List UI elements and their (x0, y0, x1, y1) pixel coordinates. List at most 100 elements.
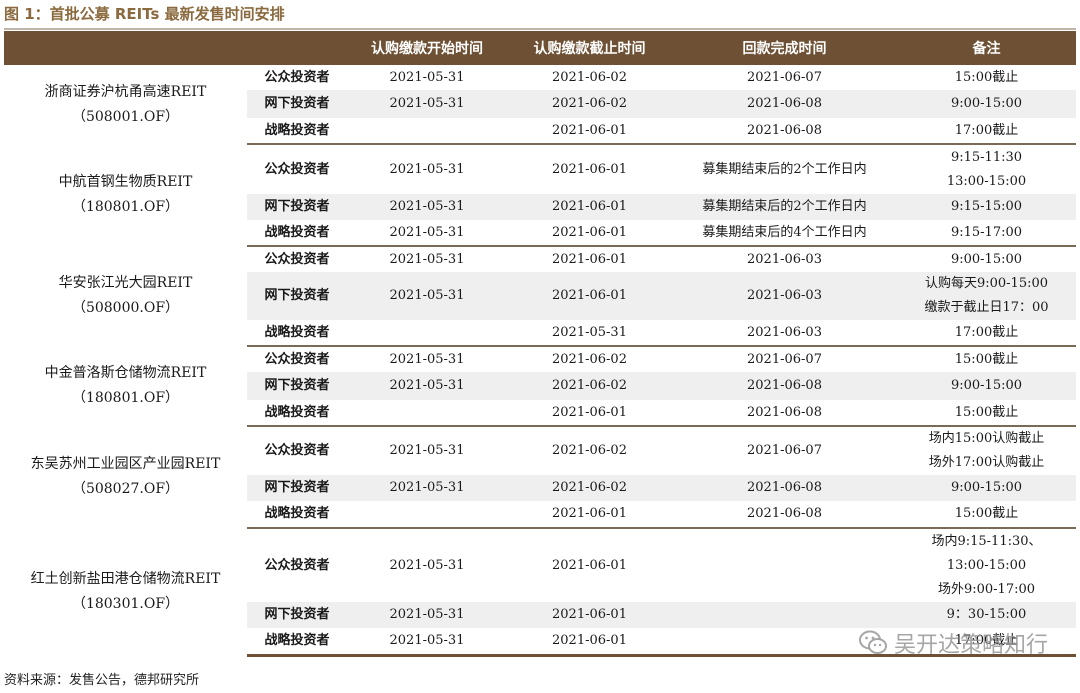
fund-code: （180301.OF） (71, 595, 180, 612)
fund-name-cell: 中金普洛斯仓储物流REIT （180801.OF） (4, 346, 247, 426)
start-time-cell: 2021-05-31 (347, 246, 507, 272)
table-row: 浙商证券沪杭甬高速REIT （508001.OF） 公众投资者 2021-05-31 2… (4, 65, 1076, 144)
fund-name-cell: 华安张江光大园REIT （508000.OF） (4, 246, 247, 346)
remark-line: 13:00-15:00 (946, 173, 1027, 189)
refund-time-cell: 2021-06-08 (672, 501, 897, 529)
refund-time-cell: 2021-06-08 (672, 118, 897, 145)
start-time-cell: 2021-05-31 (347, 475, 507, 501)
fund-name: 中航首钢生物质REIT (58, 174, 193, 190)
fund-code: （508000.OF） (71, 300, 180, 316)
remark-cell: 15:00截止 (897, 400, 1076, 427)
end-time-cell: 2021-06-01 (507, 501, 672, 529)
start-time-cell: 2021-05-31 (347, 65, 507, 90)
remark-cell: 15:00截止 (897, 65, 1076, 90)
refund-time-cell: 2021-06-03 (672, 272, 897, 320)
fund-code: （508027.OF） (71, 481, 180, 497)
investor-type-cell: 公众投资者 (247, 144, 347, 194)
remark-line: 15:00截止 (954, 506, 1019, 521)
watermark: 吴开达策略知行 (858, 627, 1048, 659)
table-row: 中金普洛斯仓储物流REIT （180801.OF） 公众投资者 2021-05-31 2… (4, 346, 1076, 426)
investor-type-cell: 网下投资者 (247, 372, 347, 400)
fund-name: 东吴苏州工业园区产业园REIT (30, 456, 221, 472)
investor-type-cell: 战略投资者 (247, 501, 347, 529)
end-time-cell: 2021-06-02 (507, 475, 672, 501)
table-row: 中航首钢生物质REIT （180801.OF） 公众投资者 2021-05-31 202… (4, 144, 1076, 246)
table-row: 东吴苏州工业园区产业园REIT （508027.OF） 公众投资者 2021-05-3… (4, 426, 1076, 528)
start-time-cell (347, 400, 507, 427)
investor-type-cell: 公众投资者 (247, 528, 347, 602)
end-time-cell: 2021-06-01 (507, 602, 672, 628)
title-rule (4, 28, 1076, 30)
refund-time-cell: 2021-06-07 (672, 65, 897, 90)
source-note: 资料来源：发售公告，德邦研究所 (4, 673, 200, 688)
table-row: 红土创新盐田港仓储物流REIT （180301.OF） 公众投资者 2021-05-3… (4, 528, 1076, 655)
remark-line: 15:00截止 (954, 351, 1019, 367)
investor-type-cell: 公众投资者 (247, 65, 347, 90)
remark-cell: 9：30-15:00 (897, 602, 1076, 628)
fund-name-cell: 东吴苏州工业园区产业园REIT （508027.OF） (4, 426, 247, 528)
refund-time-cell: 2021-06-03 (672, 320, 897, 347)
end-time-cell: 2021-06-01 (507, 246, 672, 272)
remark-line: 9:15-15:00 (950, 199, 1023, 214)
table-body: 浙商证券沪杭甬高速REIT （508001.OF） 公众投资者 2021-05-31 2… (4, 65, 1076, 657)
start-time-cell: 2021-05-31 (347, 144, 507, 194)
remark-line: 认购每天9:00-15:00 (924, 276, 1049, 291)
start-time-cell: 2021-05-31 (347, 220, 507, 247)
remark-line: 15:00截止 (954, 404, 1019, 420)
remark-cell: 认购每天9:00-15:00 缴款于截止日17：00 (897, 272, 1076, 320)
investor-type-cell: 网下投资者 (247, 194, 347, 220)
start-time-cell: 2021-05-31 (347, 346, 507, 372)
remark-cell: 9:15-15:00 (897, 194, 1076, 220)
remark-line: 9:15-11:30 (950, 149, 1023, 165)
remark-cell: 9:00-15:00 (897, 90, 1076, 118)
fund-name-cell: 红土创新盐田港仓储物流REIT （180301.OF） (4, 528, 247, 655)
start-time-cell: 2021-05-31 (347, 372, 507, 400)
remark-line: 9:15-17:00 (950, 224, 1023, 240)
start-time-cell: 2021-05-31 (347, 426, 507, 475)
investor-type-cell: 网下投资者 (247, 90, 347, 118)
table-row: 华安张江光大园REIT （508000.OF） 公众投资者 2021-05-31 202… (4, 246, 1076, 346)
end-time-cell: 2021-06-01 (507, 628, 672, 657)
end-time-cell: 2021-06-02 (507, 90, 672, 118)
investor-type-cell: 公众投资者 (247, 246, 347, 272)
end-time-cell: 2021-06-02 (507, 372, 672, 400)
remark-cell: 9:00-15:00 (897, 246, 1076, 272)
start-time-cell (347, 501, 507, 529)
remark-cell: 场内15:00认购截止 场外17:00认购截止 (897, 426, 1076, 475)
remark-line: 场内9:15-11:30、 (931, 533, 1042, 549)
end-time-cell: 2021-06-01 (507, 144, 672, 194)
investor-type-cell: 战略投资者 (247, 628, 347, 657)
start-time-cell: 2021-05-31 (347, 602, 507, 628)
fund-name: 华安张江光大园REIT (58, 275, 193, 291)
fund-code: （508001.OF） (71, 108, 180, 125)
investor-type-cell: 战略投资者 (247, 220, 347, 247)
investor-type-cell: 网下投资者 (247, 272, 347, 320)
remark-line: 场内15:00认购截止 (928, 431, 1045, 446)
investor-type-cell: 公众投资者 (247, 346, 347, 372)
remark-line: 9:00-15:00 (950, 251, 1023, 267)
refund-time-cell: 2021-06-08 (672, 475, 897, 501)
refund-time-cell: 2021-06-08 (672, 90, 897, 118)
remark-cell: 17:00截止 (897, 320, 1076, 347)
refund-time-cell: 2021-06-07 (672, 346, 897, 372)
remark-cell: 9:15-17:00 (897, 220, 1076, 247)
remark-line: 9:00-15:00 (950, 378, 1023, 393)
fund-name-cell: 浙商证券沪杭甬高速REIT （508001.OF） (4, 65, 247, 144)
remark-line: 场外17:00认购截止 (928, 455, 1045, 470)
end-time-cell: 2021-06-01 (507, 272, 672, 320)
end-time-cell: 2021-06-01 (507, 220, 672, 247)
remark-cell: 9:00-15:00 (897, 372, 1076, 400)
start-time-cell: 2021-05-31 (347, 90, 507, 118)
end-time-cell: 2021-06-01 (507, 400, 672, 427)
start-time-cell: 2021-05-31 (347, 194, 507, 220)
remark-cell: 场内9:15-11:30、 13:00-15:00 场外9:00-17:00 (897, 528, 1076, 602)
end-time-cell: 2021-06-02 (507, 65, 672, 90)
remark-line: 13:00-15:00 (946, 557, 1027, 573)
refund-time-cell: 2021-06-08 (672, 400, 897, 427)
fund-name: 浙商证券沪杭甬高速REIT (44, 83, 207, 100)
remark-line: 17:00截止 (954, 324, 1019, 340)
fund-name: 中金普洛斯仓储物流REIT (44, 365, 207, 381)
investor-type-cell: 网下投资者 (247, 475, 347, 501)
remark-line: 9:00-15:00 (950, 480, 1023, 495)
header-start-time: 认购缴款开始时间 (347, 31, 507, 65)
